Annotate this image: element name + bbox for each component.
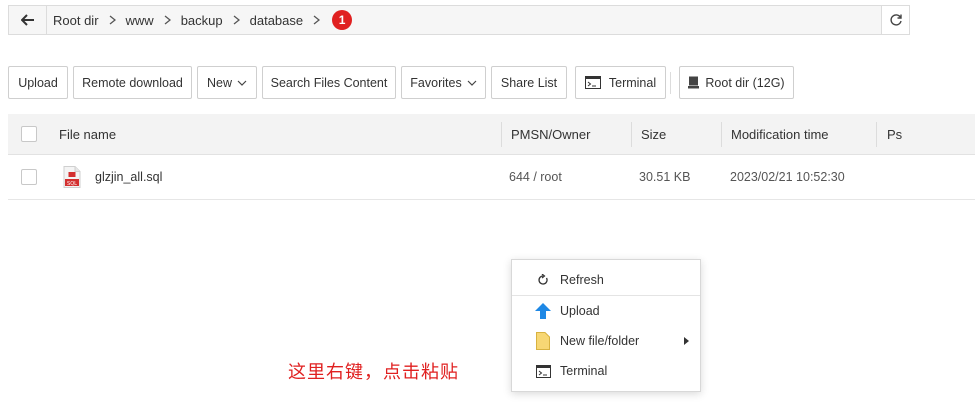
upload-arrow-icon	[534, 302, 552, 320]
terminal-label: Terminal	[608, 75, 657, 90]
column-ps[interactable]: Ps	[887, 114, 902, 155]
upload-button[interactable]: Upload	[8, 66, 68, 99]
menu-label-upload: Upload	[560, 304, 600, 318]
toolbar-divider	[670, 72, 671, 94]
chevron-right-icon	[109, 15, 116, 25]
share-list-label: Share List	[500, 75, 558, 90]
menu-label-terminal: Terminal	[560, 364, 608, 378]
root-dir-label: Root dir (12G)	[705, 75, 785, 90]
chevron-right-icon	[164, 15, 171, 25]
search-files-content-button[interactable]: Search Files Content	[262, 66, 396, 99]
path-bar: Root dir www backup database 1	[8, 5, 910, 35]
refresh-button[interactable]	[881, 6, 909, 34]
refresh-icon	[889, 14, 902, 26]
new-label: New	[206, 75, 232, 90]
menu-item-terminal[interactable]: Terminal	[512, 356, 700, 386]
new-file-icon	[534, 332, 552, 350]
menu-item-upload[interactable]: Upload	[512, 296, 700, 326]
sql-file-icon: SQL	[63, 155, 81, 199]
sql-icon-label: SQL	[67, 181, 77, 187]
breadcrumb: Root dir www backup database 1	[53, 6, 353, 34]
annotation-text: 这里右键，点击粘贴	[288, 362, 459, 382]
step-badge: 1	[332, 10, 353, 30]
chevron-right-icon	[313, 15, 321, 25]
arrow-left-icon	[20, 14, 34, 26]
select-all-checkbox[interactable]	[21, 126, 37, 142]
file-mtime: 2023/02/21 10:52:30	[730, 170, 845, 184]
file-permission[interactable]: 644 / root	[509, 155, 562, 199]
column-size[interactable]: Size	[641, 114, 666, 155]
breadcrumb-root[interactable]: Root dir	[53, 13, 99, 28]
file-table-header: File name PMSN/Owner Size Modification t…	[8, 114, 975, 155]
breadcrumb-www[interactable]: www	[126, 13, 154, 28]
back-button[interactable]	[9, 6, 47, 34]
terminal-icon	[584, 76, 601, 89]
favorites-label: Favorites	[410, 75, 462, 90]
table-row[interactable]: SQL glzjin_all.sql 644 / root 30.51 KB 2…	[8, 155, 975, 200]
chevron-right-icon	[233, 15, 240, 25]
column-divider	[501, 122, 502, 147]
column-divider	[876, 122, 877, 147]
disk-icon	[688, 76, 700, 89]
favorites-dropdown-button[interactable]: Favorites	[401, 66, 486, 99]
search-files-label: Search Files Content	[270, 75, 388, 90]
column-owner[interactable]: PMSN/Owner	[511, 114, 590, 155]
breadcrumb-backup[interactable]: backup	[181, 13, 223, 28]
terminal-button[interactable]: Terminal	[575, 66, 666, 99]
chevron-down-icon	[237, 80, 247, 86]
upload-button-label: Upload	[18, 75, 58, 90]
menu-item-refresh[interactable]: Refresh	[512, 265, 700, 295]
file-size: 30.51 KB	[639, 170, 691, 184]
chevron-down-icon	[467, 80, 477, 86]
context-menu: Refresh Upload New file/folder Terminal	[511, 259, 701, 392]
terminal-icon	[534, 362, 552, 380]
share-list-button[interactable]: Share List	[491, 66, 567, 99]
row-checkbox[interactable]	[21, 169, 37, 185]
submenu-arrow-icon	[684, 334, 689, 348]
menu-label-new-file-folder: New file/folder	[560, 334, 640, 348]
menu-label-refresh: Refresh	[560, 273, 604, 287]
breadcrumb-database[interactable]: database	[250, 13, 304, 28]
remote-download-button[interactable]: Remote download	[73, 66, 192, 99]
column-file-name[interactable]: File name	[59, 114, 116, 155]
menu-item-new-file-folder[interactable]: New file/folder	[512, 326, 700, 356]
refresh-icon	[534, 271, 552, 289]
column-divider	[631, 122, 632, 147]
column-modification-time[interactable]: Modification time	[731, 114, 829, 155]
new-dropdown-button[interactable]: New	[197, 66, 257, 99]
root-dir-button[interactable]: Root dir (12G)	[679, 66, 794, 99]
remote-download-label: Remote download	[82, 75, 183, 90]
file-name[interactable]: glzjin_all.sql	[95, 155, 162, 199]
column-divider	[721, 122, 722, 147]
